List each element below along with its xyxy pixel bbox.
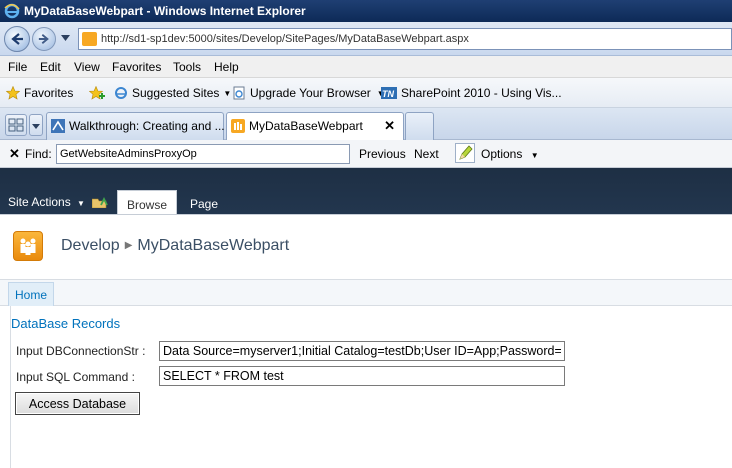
sharepoint-favorite-label: SharePoint 2010 - Using Vis... bbox=[401, 86, 562, 100]
quick-tabs-button[interactable] bbox=[5, 114, 27, 136]
find-options-button[interactable]: Options ▼ bbox=[481, 147, 539, 161]
window-titlebar: MyDataBaseWebpart - Windows Internet Exp… bbox=[0, 0, 732, 22]
menu-help[interactable]: Help bbox=[214, 60, 239, 74]
tab-mydatabasewebpart[interactable]: MyDataBaseWebpart ✕ bbox=[226, 112, 404, 140]
site-actions-label: Site Actions bbox=[8, 195, 71, 209]
tab-walkthrough[interactable]: Walkthrough: Creating and ... bbox=[46, 112, 225, 140]
menu-tools[interactable]: Tools bbox=[173, 60, 201, 74]
address-input[interactable]: http://sd1-sp1dev:5000/sites/Develop/Sit… bbox=[78, 28, 732, 50]
site-actions-menu[interactable]: Site Actions ▼ bbox=[8, 195, 85, 209]
connection-string-input[interactable] bbox=[159, 341, 565, 361]
navigate-up-icon[interactable] bbox=[92, 196, 108, 208]
site-header: Develop ▶ MyDataBaseWebpart bbox=[0, 214, 732, 280]
site-logo-icon[interactable] bbox=[13, 231, 43, 261]
chevron-down-icon: ▼ bbox=[530, 151, 539, 160]
close-find-icon[interactable]: ✕ bbox=[9, 146, 20, 162]
favorites-bar: Favorites Suggested Sites ▼ Upgrade Your… bbox=[0, 78, 732, 108]
webpart-title: DataBase Records bbox=[11, 316, 121, 331]
favorites-label: Favorites bbox=[24, 86, 74, 100]
new-tab-button[interactable] bbox=[405, 112, 434, 140]
sharepoint-page-icon bbox=[231, 119, 245, 133]
ribbon-tab-page[interactable]: Page bbox=[190, 197, 218, 211]
pencil-icon bbox=[459, 145, 473, 160]
upgrade-browser-label: Upgrade Your Browser bbox=[250, 86, 371, 100]
forward-arrow-icon bbox=[38, 33, 49, 45]
highlight-button[interactable] bbox=[455, 143, 475, 163]
sql-command-label: Input SQL Command : bbox=[16, 370, 135, 384]
page-icon bbox=[233, 86, 245, 100]
sharepoint-ribbon: Site Actions ▼ Browse Page bbox=[0, 168, 732, 214]
sharepoint-favorite-link[interactable]: TN SharePoint 2010 - Using Vis... bbox=[381, 86, 562, 100]
svg-text:TN: TN bbox=[382, 89, 394, 99]
nav-home-link[interactable]: Home bbox=[8, 282, 55, 306]
address-url: http://sd1-sp1dev:5000/sites/Develop/Sit… bbox=[101, 33, 469, 45]
back-button[interactable] bbox=[4, 26, 30, 52]
connection-string-label: Input DBConnectionStr : bbox=[16, 344, 146, 358]
msdn-page-icon bbox=[51, 119, 65, 133]
tab-list-button[interactable] bbox=[29, 114, 43, 136]
back-arrow-icon bbox=[11, 33, 23, 45]
ribbon-tab-browse[interactable]: Browse bbox=[117, 190, 177, 214]
tab-label: MyDataBaseWebpart bbox=[249, 119, 363, 133]
sharepoint-favicon-icon bbox=[82, 32, 97, 46]
main-content: DataBase Records Input DBConnectionStr :… bbox=[0, 306, 732, 468]
tab-bar: Walkthrough: Creating and ... MyDataBase… bbox=[0, 108, 732, 140]
star-icon bbox=[6, 86, 20, 100]
breadcrumb-site-link[interactable]: Develop bbox=[61, 237, 120, 254]
close-tab-icon[interactable]: ✕ bbox=[384, 118, 395, 134]
breadcrumb-separator-icon: ▶ bbox=[124, 240, 133, 251]
upgrade-browser-link[interactable]: Upgrade Your Browser ▼ bbox=[232, 86, 385, 100]
find-bar: ✕ Find: Previous Next Options ▼ bbox=[0, 140, 732, 168]
tab-label: Walkthrough: Creating and ... bbox=[69, 119, 225, 133]
chevron-down-icon bbox=[32, 124, 40, 129]
suggested-sites-label: Suggested Sites bbox=[132, 86, 220, 100]
suggested-sites-link[interactable]: Suggested Sites ▼ bbox=[114, 86, 231, 100]
find-options-label: Options bbox=[481, 147, 523, 161]
add-favorite-icon[interactable] bbox=[89, 86, 105, 101]
chevron-down-icon: ▼ bbox=[223, 88, 232, 98]
favorites-button[interactable]: Favorites bbox=[6, 86, 73, 100]
tn-logo-icon: TN bbox=[381, 87, 397, 99]
internet-explorer-icon bbox=[4, 3, 20, 19]
find-input[interactable] bbox=[56, 144, 350, 164]
access-database-button[interactable]: Access Database bbox=[15, 392, 140, 415]
address-bar: http://sd1-sp1dev:5000/sites/Develop/Sit… bbox=[0, 22, 732, 56]
people-icon bbox=[20, 238, 36, 255]
menu-bar: File Edit View Favorites Tools Help bbox=[0, 56, 732, 78]
menu-view[interactable]: View bbox=[74, 60, 100, 74]
find-next-button[interactable]: Next bbox=[414, 147, 439, 161]
chevron-down-icon: ▼ bbox=[77, 199, 85, 208]
top-navigation: Home bbox=[0, 280, 732, 306]
menu-favorites[interactable]: Favorites bbox=[112, 60, 161, 74]
page-title: MyDataBaseWebpart bbox=[137, 237, 290, 254]
breadcrumb: Develop ▶ MyDataBaseWebpart bbox=[61, 237, 289, 255]
sql-command-input[interactable] bbox=[159, 366, 565, 386]
forward-button[interactable] bbox=[32, 27, 56, 51]
grid-icon bbox=[8, 118, 24, 132]
find-previous-button[interactable]: Previous bbox=[359, 147, 406, 161]
recent-pages-dropdown-icon[interactable] bbox=[61, 35, 70, 41]
menu-file[interactable]: File bbox=[8, 60, 27, 74]
ie-page-icon bbox=[115, 87, 127, 99]
window-title: MyDataBaseWebpart - Windows Internet Exp… bbox=[24, 4, 306, 18]
menu-edit[interactable]: Edit bbox=[40, 60, 61, 74]
find-label: Find: bbox=[25, 147, 52, 161]
